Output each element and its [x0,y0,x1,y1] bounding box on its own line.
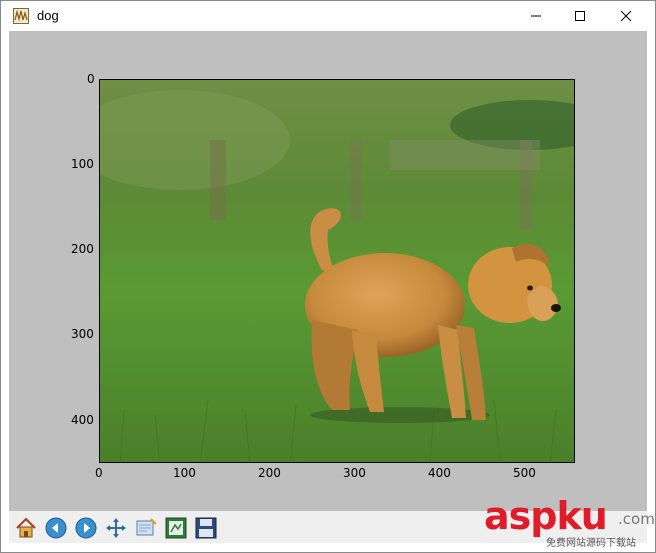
x-tick-label: 0 [95,466,103,480]
window-title: dog [37,8,59,23]
y-tick-label: 0 [87,72,95,86]
configure-subplots-icon [165,517,187,539]
title-bar[interactable]: dog [1,1,655,31]
home-icon [16,517,36,538]
watermark-logo: aspku .com 免费网站源码下载站 [484,494,655,550]
home-button[interactable] [12,514,40,542]
close-button[interactable] [603,1,649,31]
x-tick-label: 400 [428,466,451,480]
maximize-icon [575,11,585,21]
save-icon [195,517,217,539]
forward-icon [75,517,97,539]
y-tick-label: 400 [71,413,94,427]
y-tick-label: 100 [71,157,94,171]
x-tick-label: 200 [258,466,281,480]
pan-icon [106,518,126,538]
dog-photo [100,80,574,462]
watermark-domain-text: .com [618,510,655,528]
zoom-icon [136,518,157,536]
forward-button[interactable] [72,514,100,542]
pan-button[interactable] [102,514,130,542]
watermark-sub-text: 免费网站源码下载站 [546,538,636,549]
watermark-main-text: aspku [484,494,608,538]
y-tick-label: 300 [71,327,94,341]
x-tick-label: 500 [513,466,536,480]
matplotlib-figure-icon [13,8,29,24]
figure-window: dog 0 100 200 300 400 0 100 200 300 400 … [0,0,656,553]
x-tick-label: 100 [173,466,196,480]
back-icon [45,517,67,539]
configure-subplots-button[interactable] [162,514,190,542]
minimize-button[interactable] [513,1,559,31]
y-tick-label: 200 [71,242,94,256]
minimize-icon [531,15,541,17]
figure-canvas[interactable]: 0 100 200 300 400 0 100 200 300 400 500 [9,31,647,511]
back-button[interactable] [42,514,70,542]
x-tick-label: 300 [343,466,366,480]
maximize-button[interactable] [557,1,603,31]
image-axes[interactable] [99,79,575,463]
save-button[interactable] [192,514,220,542]
zoom-button[interactable] [132,514,160,542]
close-icon [620,10,632,22]
